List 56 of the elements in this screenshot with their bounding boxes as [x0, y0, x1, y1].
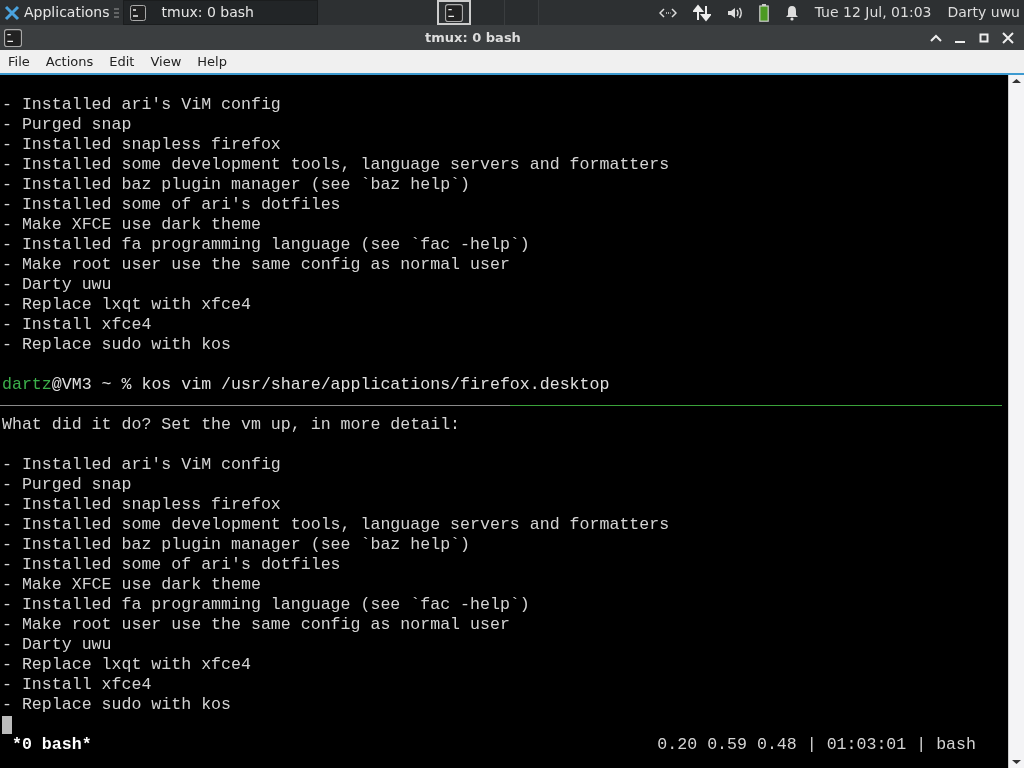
menu-item[interactable]: File [0, 51, 38, 72]
terminal-line: - Replace lxqt with xfce4 [1, 295, 252, 315]
menu-item[interactable]: Edit [101, 51, 143, 72]
terminal-line: - Replace sudo with kos [1, 335, 233, 355]
terminal-line: - Purged snap [1, 115, 133, 135]
terminal-line: - Installed some of ari's dotfiles [1, 555, 342, 575]
terminal-line: - Installed baz plugin manager (see `baz help`) [1, 535, 472, 555]
terminal-line: - Darty uwu [1, 275, 113, 295]
terminal-line: - Installed some development tools, language servers and formatters [1, 515, 671, 535]
battery-icon[interactable] [758, 3, 769, 22]
terminal-line: - Replace sudo with kos [1, 695, 233, 715]
x-logo-icon [4, 4, 20, 21]
terminal-line: - Make root user use the same config as normal user [1, 615, 511, 635]
terminal-line: What did it do? Set the vm up, in more detail: [1, 415, 462, 435]
chevron-up-icon[interactable] [930, 33, 942, 44]
terminal-line: - Replace lxqt with xfce4 [1, 655, 252, 675]
prompt-line: dartz@VM3 ~ % kos vim /usr/share/applications/firefox.desktop [1, 375, 611, 395]
terminal-line: - Make root user use the same config as normal user [1, 255, 511, 275]
taskbar-button[interactable]: tmux: 0 bash [122, 0, 318, 25]
terminal-line: - Installed some of ari's dotfiles [1, 195, 342, 215]
scrollbar[interactable] [1008, 75, 1024, 768]
workspace-button[interactable] [437, 0, 472, 25]
terminal-line: - Darty uwu [1, 635, 113, 655]
transfer-arrows-icon[interactable] [692, 3, 711, 22]
window-title: tmux: 0 bash [425, 29, 521, 45]
terminal-line: - Installed baz plugin manager (see `baz help`) [1, 175, 472, 195]
terminal-line: - Make XFCE use dark theme [1, 575, 262, 595]
terminal-line: - Make XFCE use dark theme [1, 215, 262, 235]
tmux-window-label: *0 bash* [12, 735, 92, 755]
terminal-icon[interactable] [4, 29, 22, 48]
menu-item[interactable]: Help [189, 51, 235, 72]
cursor [2, 716, 12, 734]
terminal-line: - Installed ari's ViM config [1, 95, 282, 115]
terminal-line: - Install xfce4 [1, 675, 153, 695]
menu-item[interactable]: Actions [37, 51, 102, 72]
tmux-status-info: 0.20 0.59 0.48 | 01:03:01 | bash [657, 735, 976, 755]
close-icon[interactable] [1002, 32, 1014, 45]
terminal-line: - Installed fa programming language (see `fac -help`) [1, 235, 531, 255]
network-icon[interactable] [658, 6, 677, 19]
handle-icon [113, 6, 119, 19]
terminal-icon [444, 3, 463, 22]
terminal-icon [129, 4, 146, 21]
terminal-line: - Installed some development tools, language servers and formatters [1, 155, 671, 175]
maximize-icon[interactable] [978, 33, 990, 44]
terminal-line: - Purged snap [1, 475, 133, 495]
terminal-line: - Installed snapless firefox [1, 495, 282, 515]
menu-item[interactable]: View [142, 51, 190, 72]
bell-icon[interactable] [784, 4, 799, 21]
clock[interactable]: Tue 12 Jul, 01:03 [814, 2, 932, 23]
terminal-line: - Installed fa programming language (see `fac -help`) [1, 595, 531, 615]
terminal-line: - Installed snapless firefox [1, 135, 282, 155]
terminal-line: - Installed ari's ViM config [1, 455, 282, 475]
volume-icon[interactable] [726, 5, 743, 20]
terminal-line: - Install xfce4 [1, 315, 153, 335]
applications-menu[interactable]: Applications [0, 0, 123, 25]
user-name[interactable]: Darty uwu [947, 2, 1020, 23]
